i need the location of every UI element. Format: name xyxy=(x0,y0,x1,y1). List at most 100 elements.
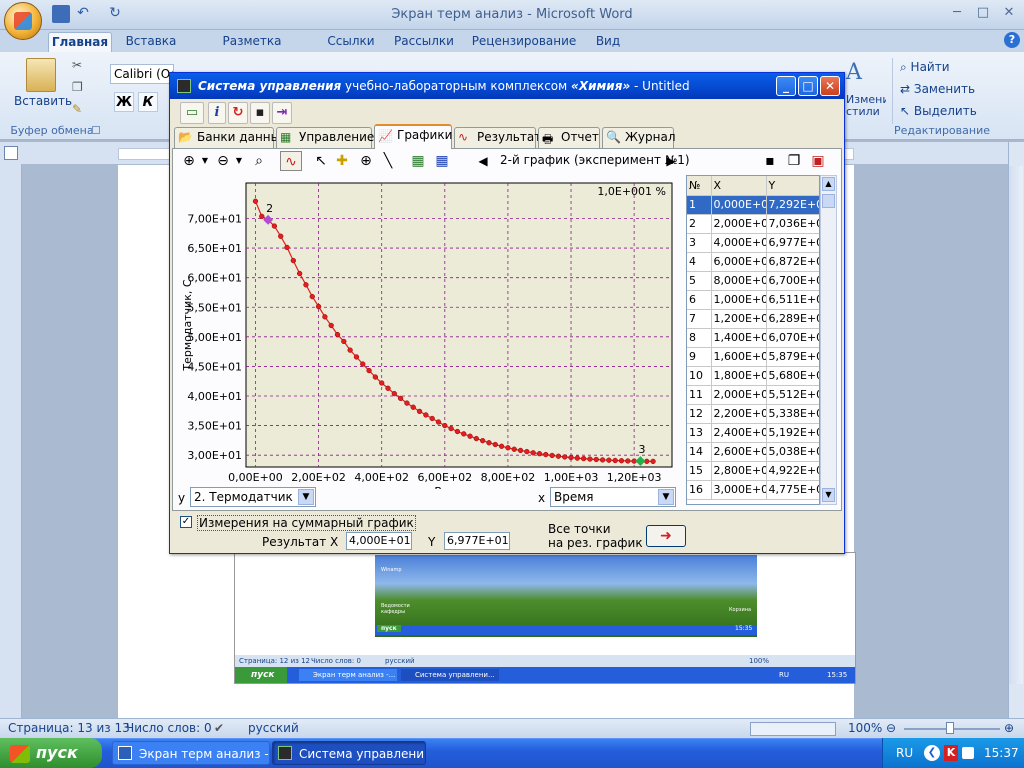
row-x[interactable]: 0,000E+00 xyxy=(711,195,767,215)
table-row[interactable]: 101,800E+025,680E+01 xyxy=(687,366,819,386)
save-disk-icon[interactable]: ▪ xyxy=(250,102,270,124)
table-row[interactable]: 46,000E+016,872E+01 xyxy=(687,252,819,272)
row-num[interactable]: 7 xyxy=(687,309,712,329)
x-select-arrow-icon[interactable]: ▼ xyxy=(658,489,674,505)
info-icon[interactable]: i xyxy=(208,102,226,124)
tab-references[interactable]: Ссылки xyxy=(322,32,380,52)
graph-copy-icon[interactable]: ❐ xyxy=(784,151,804,171)
row-y[interactable]: 4,922E+01 xyxy=(766,461,819,481)
row-y[interactable]: 5,192E+01 xyxy=(766,423,819,443)
status-page[interactable]: Страница: 13 из 13 xyxy=(8,721,130,735)
paste-icon[interactable] xyxy=(26,58,56,92)
row-num[interactable]: 16 xyxy=(687,480,712,500)
table-scroll-down-icon[interactable]: ▼ xyxy=(822,488,835,502)
row-x[interactable]: 1,600E+02 xyxy=(711,347,767,367)
zoom-slider-thumb[interactable] xyxy=(946,722,954,734)
status-language[interactable]: русский xyxy=(248,721,299,735)
row-x[interactable]: 8,000E+01 xyxy=(711,271,767,291)
table-row[interactable]: 91,600E+025,879E+01 xyxy=(687,347,819,367)
data-table[interactable]: № X Y 10,000E+007,292E+0122,000E+017,036… xyxy=(686,175,820,505)
paste-button-label[interactable]: Вставить xyxy=(14,94,72,108)
zoom-out-dropdown-icon[interactable]: ▼ xyxy=(234,151,244,171)
zoom-fit-icon[interactable]: ⌕ xyxy=(248,151,270,171)
row-x[interactable]: 1,800E+02 xyxy=(711,366,767,386)
row-x[interactable]: 1,200E+02 xyxy=(711,309,767,329)
row-num[interactable]: 1 xyxy=(687,195,712,215)
row-num[interactable]: 2 xyxy=(687,214,712,234)
table-scroll-thumb[interactable] xyxy=(822,194,835,208)
tab-page-layout[interactable]: Разметка страницы xyxy=(190,32,314,66)
app-close-icon[interactable]: ✕ xyxy=(820,76,840,96)
cut-icon[interactable]: ✂ xyxy=(72,58,82,72)
table-scroll-up-icon[interactable]: ▲ xyxy=(822,177,835,191)
language-indicator[interactable]: RU xyxy=(896,746,913,760)
row-x[interactable]: 2,600E+02 xyxy=(711,442,767,462)
tray-arrow-icon[interactable]: ❮ xyxy=(924,745,940,761)
row-x[interactable]: 2,400E+02 xyxy=(711,423,767,443)
row-x[interactable]: 3,000E+02 xyxy=(711,480,767,500)
axis-settings-icon[interactable]: ▦ xyxy=(432,151,452,171)
grid-icon[interactable]: ▦ xyxy=(408,151,428,171)
exit-icon[interactable]: ⇥ xyxy=(272,102,292,124)
col-header-x[interactable]: X xyxy=(711,176,767,196)
row-x[interactable]: 2,000E+02 xyxy=(711,385,767,405)
taskbar-item-word[interactable]: Экран терм анализ -... xyxy=(112,741,270,765)
maximize-icon[interactable]: □ xyxy=(972,4,994,22)
table-row[interactable]: 22,000E+017,036E+01 xyxy=(687,214,819,234)
taskbar-item-app[interactable]: Система управлени... xyxy=(272,741,426,765)
copy-icon[interactable]: ❐ xyxy=(72,80,83,94)
y-select-arrow-icon[interactable]: ▼ xyxy=(298,489,314,505)
spellcheck-icon[interactable]: ✔ xyxy=(214,721,224,735)
row-num[interactable]: 11 xyxy=(687,385,712,405)
row-num[interactable]: 3 xyxy=(687,233,712,253)
table-row[interactable]: 163,000E+024,775E+01 xyxy=(687,480,819,500)
tab-view[interactable]: Вид xyxy=(588,32,628,52)
row-y[interactable]: 6,977E+01 xyxy=(766,233,819,253)
temperature-chart[interactable]: 0,00E+00 2,00E+02 4,00E+02 6,00E+02 8,00E+02… xyxy=(170,169,686,489)
pan-icon[interactable]: ✚ xyxy=(332,151,352,171)
row-num[interactable]: 8 xyxy=(687,328,712,348)
zoom-in-icon[interactable]: ⊕ xyxy=(178,151,200,171)
find-button[interactable]: ⌕ Найти xyxy=(900,60,950,75)
row-x[interactable]: 6,000E+01 xyxy=(711,252,767,272)
replace-button[interactable]: ⇄ Заменить xyxy=(900,82,975,96)
scrollbar-thumb[interactable] xyxy=(1009,166,1023,684)
bold-button[interactable]: Ж xyxy=(114,92,134,112)
table-row[interactable]: 152,800E+024,922E+01 xyxy=(687,461,819,481)
row-y[interactable]: 7,292E+01 xyxy=(766,195,819,215)
graph-save-icon[interactable]: ▪ xyxy=(760,151,780,171)
plot-lines-icon[interactable]: ∿ xyxy=(280,151,302,171)
clipboard-launcher-icon[interactable] xyxy=(92,126,100,134)
change-styles-button[interactable]: Изменить стили xyxy=(846,94,886,118)
table-scrollbar[interactable]: ▲ ▼ xyxy=(820,175,837,505)
view-mode-buttons[interactable] xyxy=(750,722,836,736)
tab-home[interactable]: Главная xyxy=(48,32,112,52)
next-graph-icon[interactable]: ▶ xyxy=(664,151,678,171)
help-icon[interactable]: ? xyxy=(1004,32,1020,48)
row-y[interactable]: 7,036E+01 xyxy=(766,214,819,234)
table-row[interactable]: 58,000E+016,700E+01 xyxy=(687,271,819,291)
prev-graph-icon[interactable]: ◀ xyxy=(476,151,490,171)
table-row[interactable]: 81,400E+026,070E+01 xyxy=(687,328,819,348)
table-row[interactable]: 112,000E+025,512E+01 xyxy=(687,385,819,405)
format-painter-icon[interactable]: ✎ xyxy=(72,102,82,116)
connect-icon[interactable]: ▭ xyxy=(180,102,204,124)
status-words[interactable]: Число слов: 0 xyxy=(126,721,212,735)
zoom-out-icon[interactable]: ⊖ xyxy=(212,151,234,171)
y-axis-select[interactable]: 2. Термодатчик ▼ xyxy=(190,487,316,507)
row-x[interactable]: 1,000E+02 xyxy=(711,290,767,310)
col-header-y[interactable]: Y xyxy=(766,176,819,196)
table-row[interactable]: 142,600E+025,038E+01 xyxy=(687,442,819,462)
row-y[interactable]: 5,680E+01 xyxy=(766,366,819,386)
app-minimize-icon[interactable]: _ xyxy=(776,76,796,96)
tab-insert[interactable]: Вставка xyxy=(118,32,184,52)
row-num[interactable]: 9 xyxy=(687,347,712,367)
row-num[interactable]: 12 xyxy=(687,404,712,424)
row-x[interactable]: 2,000E+01 xyxy=(711,214,767,234)
row-y[interactable]: 4,775E+01 xyxy=(766,480,819,500)
minimize-icon[interactable]: ─ xyxy=(946,4,968,22)
select-button[interactable]: ↖ Выделить xyxy=(900,104,977,118)
row-y[interactable]: 6,872E+01 xyxy=(766,252,819,272)
zoom-out-button-icon[interactable]: ⊖ xyxy=(886,721,896,735)
row-y[interactable]: 6,700E+01 xyxy=(766,271,819,291)
